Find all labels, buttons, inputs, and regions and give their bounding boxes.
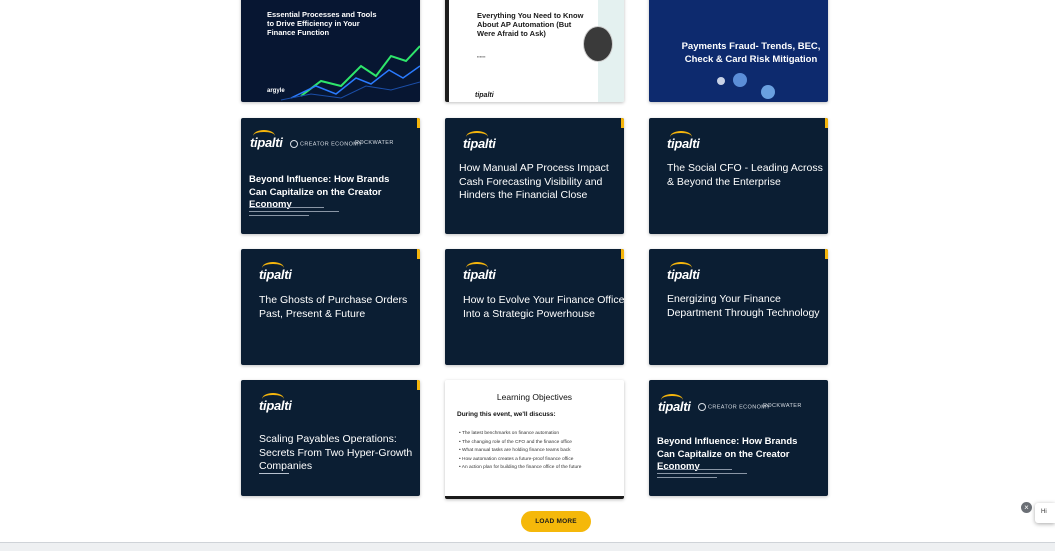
speaker-avatar [583,26,613,62]
webinar-card[interactable]: Essential Processes and Tools to Drive E… [241,0,420,102]
card-small-text [657,469,732,470]
card-title: Payments Fraud- Trends, BEC, Check & Car… [681,41,821,65]
webinar-card[interactable]: tipalti CREATOR ECONOMY ROCKWATER Beyond… [241,118,420,234]
tipalti-logo: tipalti [667,131,700,151]
card-title: How Manual AP Process Impact Cash Foreca… [459,162,609,201]
webinar-card[interactable]: tipalti Energizing Your Finance Departme… [649,249,828,365]
card-left-strip [445,0,449,102]
speaker-avatar [717,77,725,85]
card-accent [417,249,420,259]
webinar-card[interactable]: tipalti The Ghosts of Purchase Orders Pa… [241,249,420,365]
tipalti-logo: tipalti [259,262,292,282]
tipalti-logo: tipalti [658,394,691,414]
card-accent [417,380,420,390]
card-title: Scaling Payables Operations: Secrets Fro… [259,433,413,472]
card-title: Everything You Need to Know About AP Aut… [477,11,584,38]
argyle-logo: argyle [267,88,285,94]
sponsor-rockwater: ROCKWATER [355,140,394,146]
tipalti-logo: tipalti [250,130,283,150]
speaker-avatar [761,85,775,99]
card-small-text: ▪▪▪▪▪▪ [477,54,486,59]
card-accent [621,118,624,128]
card-title: Essential Processes and Tools to Drive E… [267,10,377,37]
card-title: How to Evolve Your Finance Office Into a… [463,294,624,320]
card-small-text [657,473,747,474]
webinar-card[interactable]: Learning Objectives During this event, w… [445,380,624,499]
card-small-text [249,215,309,216]
close-icon[interactable]: × [1021,502,1032,513]
card-accent [417,118,420,128]
card-small-text [249,211,339,212]
webinar-card[interactable]: tipalti CREATOR ECONOMY ROCKWATER Beyond… [649,380,828,496]
card-intro: During this event, we'll discuss: [457,411,556,418]
sponsor-creator-economy: CREATOR ECONOMY [698,403,770,411]
webinar-card[interactable]: tipalti The Social CFO - Leading Across … [649,118,828,234]
objective-item: • The changing role of the CFO and the f… [459,439,572,445]
card-title: Beyond Influence: How Brands Can Capital… [657,436,798,472]
chat-text: Hi [1041,509,1047,515]
card-title: The Social CFO - Leading Across & Beyond… [667,162,823,188]
webinar-card[interactable]: Payments Fraud- Trends, BEC, Check & Car… [649,0,828,102]
card-title: The Ghosts of Purchase Orders Past, Pres… [259,294,408,320]
webinar-card[interactable]: Everything You Need to Know About AP Aut… [445,0,624,102]
webinar-card[interactable]: tipalti How Manual AP Process Impact Cas… [445,118,624,234]
sponsor-creator-economy: CREATOR ECONOMY [290,140,362,148]
card-accent [825,118,828,128]
tipalti-logo: tipalti [463,131,496,151]
webinar-card[interactable]: tipalti Scaling Payables Operations: Sec… [241,380,420,496]
card-small-text [657,477,717,478]
sponsor-rockwater: ROCKWATER [763,403,802,409]
objective-item: • An action plan for building the financ… [459,465,582,470]
card-small-text [259,473,289,474]
speaker-avatar [733,73,747,87]
card-title: Energizing Your Finance Department Throu… [667,293,820,319]
card-accent [825,249,828,259]
card-accent [621,249,624,259]
load-more-button[interactable]: LOAD MORE [521,511,591,532]
tipalti-logo: tipalti [475,92,494,99]
webinar-card[interactable]: tipalti How to Evolve Your Finance Offic… [445,249,624,365]
objective-item: • How automation creates a future-proof … [459,456,574,462]
tipalti-logo: tipalti [667,262,700,282]
objective-item: • What manual tasks are holding finance … [459,448,571,453]
tipalti-logo: tipalti [259,393,292,413]
objective-item: • The latest benchmarks on finance autom… [459,431,559,436]
card-heading: Learning Objectives [496,392,573,402]
tipalti-logo: tipalti [463,262,496,282]
card-small-text [249,207,324,208]
chat-widget[interactable]: Hi [1035,503,1055,523]
card-title: Beyond Influence: How Brands Can Capital… [249,174,390,210]
